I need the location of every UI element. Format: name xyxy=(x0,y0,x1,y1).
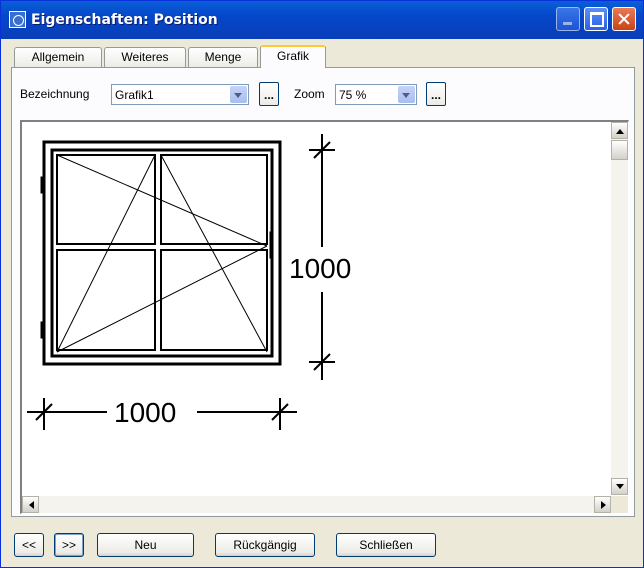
close-window-button[interactable] xyxy=(612,7,636,31)
bezeichnung-label: Bezeichnung xyxy=(20,87,90,101)
tab-allgemein[interactable]: Allgemein xyxy=(14,47,102,67)
bezeichnung-value: Grafik1 xyxy=(115,88,154,102)
scroll-up-icon[interactable] xyxy=(611,122,628,139)
scroll-left-icon[interactable] xyxy=(22,496,39,513)
close-button[interactable]: Schließen xyxy=(336,533,436,557)
graphic-preview: 1000 1000 xyxy=(20,120,629,514)
vertical-scroll-thumb[interactable] xyxy=(611,140,628,160)
vertical-scrollbar[interactable] xyxy=(611,122,628,495)
chevron-down-icon[interactable] xyxy=(398,86,415,103)
tab-grafik[interactable]: Grafik xyxy=(260,45,326,68)
height-dimension-label: 1000 xyxy=(289,253,351,284)
chevron-down-icon[interactable] xyxy=(230,86,247,103)
zoom-browse-button[interactable]: ... xyxy=(426,82,446,106)
handle xyxy=(269,231,274,259)
bezeichnung-select[interactable]: Grafik1 xyxy=(111,84,249,105)
zoom-label: Zoom xyxy=(294,87,325,101)
zoom-select[interactable]: 75 % xyxy=(335,84,417,105)
scroll-right-icon[interactable] xyxy=(594,496,611,513)
previous-button[interactable]: << xyxy=(14,533,44,557)
window-drawing: 1000 1000 xyxy=(27,134,351,430)
grafik-tab-panel: Bezeichnung Grafik1 ... Zoom 75 % ... 10… xyxy=(11,67,635,517)
next-button[interactable]: >> xyxy=(54,533,84,557)
bezeichnung-browse-button[interactable]: ... xyxy=(259,82,279,106)
hinge-bottom xyxy=(40,321,45,339)
scroll-down-icon[interactable] xyxy=(611,478,628,495)
pane-top-right xyxy=(160,154,268,245)
properties-dialog: Eigenschaften: Position Allgemein Weiter… xyxy=(0,0,644,568)
maximize-button[interactable] xyxy=(584,7,608,31)
width-dimension-label: 1000 xyxy=(114,397,176,428)
tab-menge[interactable]: Menge xyxy=(188,47,258,67)
scroll-corner xyxy=(611,496,628,513)
horizontal-scrollbar[interactable] xyxy=(22,496,611,513)
pane-bottom-right xyxy=(160,249,268,351)
title-bar[interactable]: Eigenschaften: Position xyxy=(1,1,643,39)
pane-bottom-left xyxy=(56,249,156,351)
tab-weiteres[interactable]: Weiteres xyxy=(104,47,186,67)
window-title: Eigenschaften: Position xyxy=(31,12,218,28)
app-icon xyxy=(9,11,26,28)
pane-top-left xyxy=(56,154,156,245)
new-button[interactable]: Neu xyxy=(97,533,194,557)
minimize-button[interactable] xyxy=(556,7,580,31)
hinge-top xyxy=(40,176,45,194)
zoom-value: 75 % xyxy=(339,88,367,102)
undo-button[interactable]: Rückgängig xyxy=(215,533,315,557)
